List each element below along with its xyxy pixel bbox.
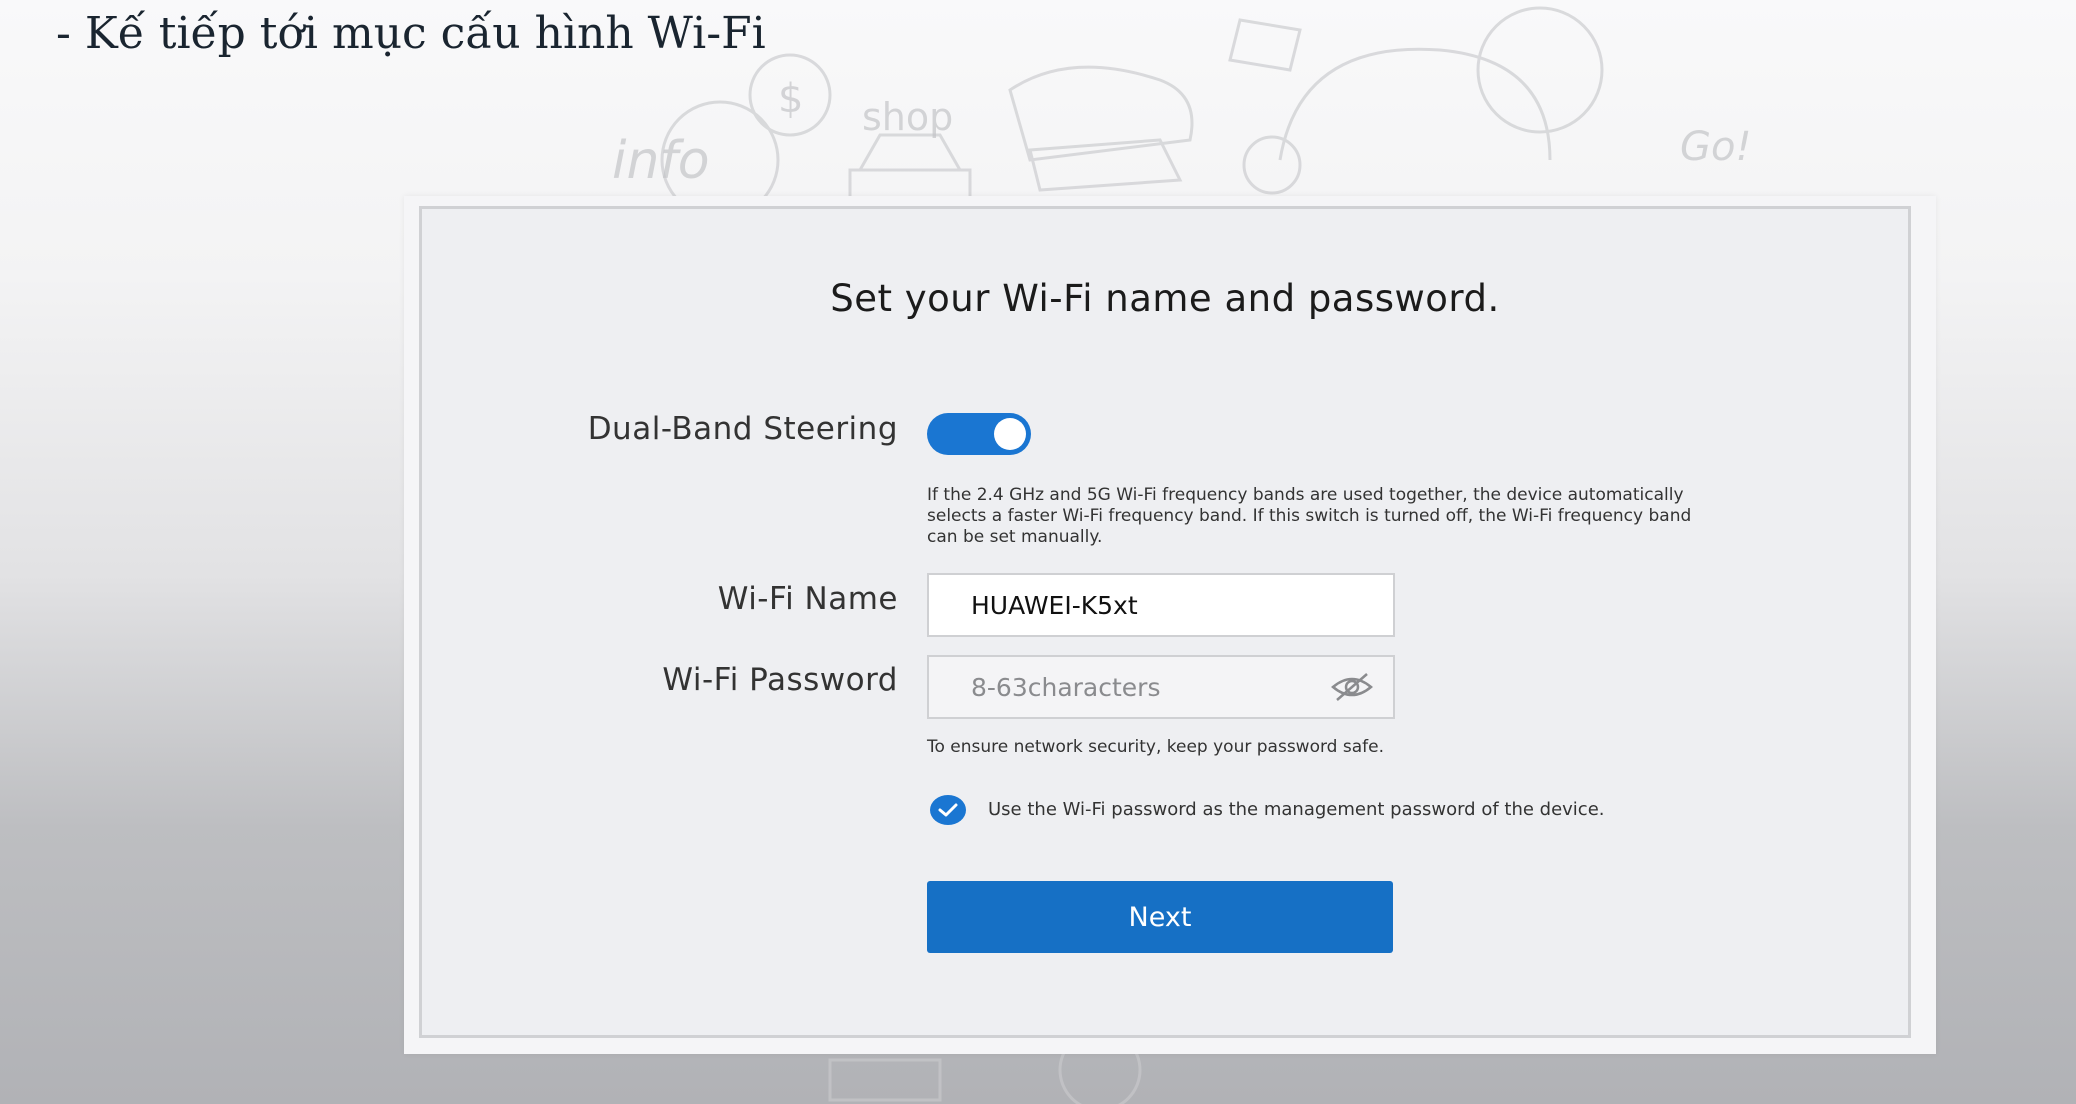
dual-band-steering-toggle[interactable] — [927, 413, 1031, 455]
slide-heading: - Kế tiếp tới mục cấu hình Wi-Fi — [56, 8, 766, 59]
password-hint: To ensure network security, keep your pa… — [927, 737, 1384, 757]
wifi-name-label: Wi-Fi Name — [717, 581, 898, 617]
password-visibility-toggle[interactable] — [1328, 667, 1376, 707]
go-doodle-text: Go! — [1680, 124, 1752, 170]
wifi-name-input[interactable] — [927, 573, 1395, 637]
shop-doodle — [848, 133, 972, 207]
globe-doodle — [1476, 6, 1604, 134]
box-doodle — [1228, 18, 1302, 72]
info-doodle-text: info — [612, 131, 710, 191]
next-button[interactable]: Next — [927, 881, 1393, 953]
checkmark-icon — [938, 803, 958, 817]
shop-doodle-text: shop — [862, 95, 953, 139]
dollar-doodle-text: $ — [778, 76, 803, 122]
eye-icon — [1331, 673, 1373, 701]
management-password-checkbox[interactable] — [930, 795, 966, 825]
dual-band-help-line: can be set manually. — [927, 527, 1103, 547]
cloud-doodle — [1278, 47, 1552, 161]
wifi-password-label: Wi-Fi Password — [662, 662, 898, 698]
laptop-doodle — [1028, 138, 1183, 192]
management-password-label: Use the Wi-Fi password as the management… — [988, 799, 1605, 820]
dual-band-steering-label: Dual-Band Steering — [587, 411, 898, 447]
dual-band-help-line: If the 2.4 GHz and 5G Wi-Fi frequency ba… — [927, 485, 1684, 505]
toggle-knob — [994, 418, 1026, 450]
dual-band-help-text: If the 2.4 GHz and 5G Wi-Fi frequency ba… — [927, 485, 1847, 548]
wifi-setup-panel: Set your Wi-Fi name and password. Dual-B… — [419, 206, 1911, 1038]
wifi-password-input[interactable] — [927, 655, 1395, 719]
wizard-title: Set your Wi-Fi name and password. — [830, 277, 1500, 320]
dual-band-help-line: selects a faster Wi-Fi frequency band. I… — [927, 506, 1692, 526]
